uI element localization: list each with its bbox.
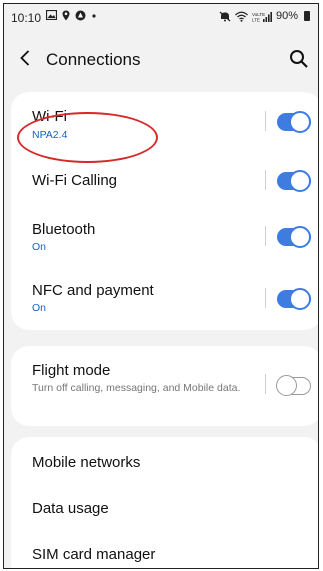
wifi-toggle[interactable] — [277, 111, 311, 133]
wifi-row[interactable]: Wi-Fi NPA2.4 — [11, 92, 318, 152]
data-usage-row[interactable]: Data usage — [11, 483, 318, 529]
sim-manager-title: SIM card manager — [32, 546, 156, 563]
bluetooth-row[interactable]: Bluetooth On — [11, 208, 318, 268]
row-divider — [265, 226, 266, 246]
mute-icon — [219, 11, 231, 21]
bluetooth-title: Bluetooth — [32, 221, 96, 238]
sim-manager-row[interactable]: SIM card manager — [11, 529, 318, 568]
row-divider — [265, 288, 266, 308]
more-settings-card: Mobile networks Data usage SIM card mana… — [11, 437, 318, 568]
page-title: Connections — [46, 50, 141, 69]
flight-mode-row[interactable]: Flight mode Turn off calling, messaging,… — [11, 346, 318, 426]
mobile-networks-row[interactable]: Mobile networks — [11, 437, 318, 483]
nfc-title: NFC and payment — [32, 282, 154, 299]
svg-text:VoLTE: VoLTE — [252, 12, 265, 17]
svg-text:LTE: LTE — [252, 17, 260, 22]
battery-icon — [304, 11, 310, 21]
nfc-status: On — [32, 302, 47, 314]
wifi-title: Wi-Fi — [32, 108, 67, 125]
nfc-toggle[interactable] — [277, 288, 311, 310]
back-icon[interactable] — [16, 47, 34, 69]
bluetooth-status: On — [32, 241, 47, 253]
data-usage-title: Data usage — [32, 500, 109, 517]
nfc-row[interactable]: NFC and payment On — [11, 268, 318, 328]
status-bar: 10:10 VoLTE LTE 90% — [4, 4, 318, 30]
status-right-icons: VoLTE LTE 90% — [219, 10, 310, 22]
wifi-calling-toggle[interactable] — [277, 170, 311, 192]
row-divider — [265, 111, 266, 131]
wifi-network-name: NPA2.4 — [32, 129, 68, 141]
wifi-calling-row[interactable]: Wi-Fi Calling — [11, 152, 318, 208]
row-divider — [265, 374, 266, 394]
gallery-icon — [46, 10, 57, 20]
status-time: 10:10 — [11, 11, 42, 25]
flight-mode-title: Flight mode — [32, 362, 111, 379]
status-left-icons — [46, 10, 97, 21]
row-divider — [265, 170, 266, 190]
connectivity-card: Wi-Fi NPA2.4 Wi-Fi Calling Bluetooth On … — [11, 92, 318, 330]
flight-mode-toggle[interactable] — [276, 375, 311, 396]
notification-icon — [75, 10, 86, 21]
signal-icon: VoLTELTE — [252, 11, 272, 22]
flight-mode-card: Flight mode Turn off calling, messaging,… — [11, 346, 318, 426]
dot-icon — [92, 14, 96, 18]
mobile-networks-title: Mobile networks — [32, 454, 141, 471]
flight-mode-description: Turn off calling, messaging, and Mobile … — [32, 382, 241, 394]
app-header: Connections — [4, 40, 318, 80]
search-icon[interactable] — [288, 48, 310, 70]
wifi-icon — [235, 11, 248, 22]
bluetooth-toggle[interactable] — [277, 226, 311, 248]
phone-screen: 10:10 VoLTE LTE 90% Connections Wi-Fi NPA… — [3, 3, 319, 569]
battery-percent: 90% — [275, 10, 298, 22]
wifi-calling-title: Wi-Fi Calling — [32, 172, 118, 189]
location-icon — [62, 10, 70, 21]
